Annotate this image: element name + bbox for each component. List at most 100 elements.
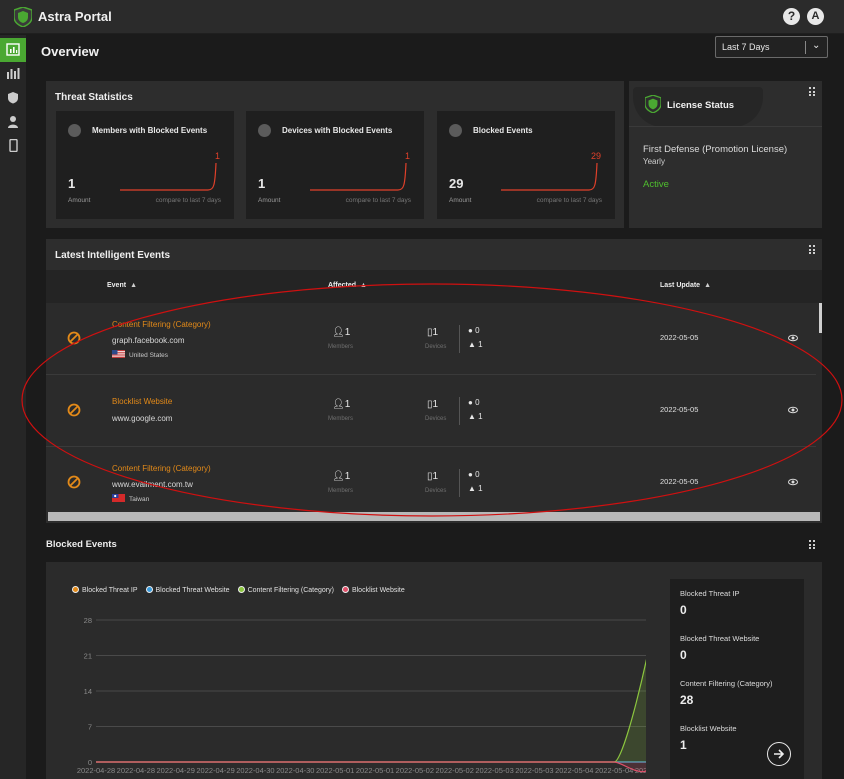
block-icon xyxy=(67,331,81,345)
eye-icon[interactable] xyxy=(788,478,798,486)
compare-label: compare to last 7 days xyxy=(155,197,221,204)
x-tick-label: 2022-04-30 xyxy=(276,766,314,775)
stat-amount: 1 xyxy=(258,176,266,191)
android-icon: ▲︎ xyxy=(468,340,476,349)
x-tick-label: 2022-05-04 xyxy=(555,766,593,775)
devices-count: ▯1 xyxy=(427,399,439,410)
devices-label: Devices xyxy=(425,416,447,422)
blocked-events-summary: Blocked Threat IP 0 Blocked Threat Websi… xyxy=(670,579,804,779)
event-host: graph.facebook.com xyxy=(112,336,185,345)
nav-reports[interactable] xyxy=(0,62,26,86)
sort-icon: ▲︎ xyxy=(704,282,711,289)
x-tick-label: 2022-05-01 xyxy=(316,766,354,775)
event-country: United States xyxy=(112,350,168,359)
table-row[interactable]: Content Filtering (Category) www.evailme… xyxy=(46,447,816,510)
vertical-scrollbar[interactable] xyxy=(819,303,822,333)
x-tick-label: 2022-04-28 xyxy=(117,766,155,775)
ios-count: ● 0 xyxy=(468,398,480,407)
nav-devices[interactable] xyxy=(0,134,26,158)
person-icon xyxy=(68,124,81,137)
y-tick-label: 14 xyxy=(84,687,92,696)
members-label: Members xyxy=(328,416,354,422)
devices-label: Devices xyxy=(425,344,447,350)
eye-icon[interactable] xyxy=(788,334,798,342)
sparkline xyxy=(120,162,217,191)
shield-logo-icon xyxy=(645,95,661,113)
date-range-select[interactable]: Last 7 Days ⌄ xyxy=(715,36,828,58)
members-count: 👤︎1 xyxy=(332,399,351,410)
help-icon[interactable]: ? xyxy=(783,8,800,25)
drag-handle-icon[interactable] xyxy=(809,87,816,96)
nav-security[interactable] xyxy=(0,86,26,110)
blocked-events-chart: 071421282022-04-28 2022-04-28 2022-04-29 20… xyxy=(77,616,646,775)
android-count: ▲︎ 1 xyxy=(468,412,483,421)
license-status-badge: Active xyxy=(643,179,669,190)
divider xyxy=(629,126,822,127)
event-category[interactable]: Content Filtering (Category) xyxy=(112,464,211,473)
x-tick-label: 2022-05-02 xyxy=(436,766,474,775)
y-tick-label: 7 xyxy=(88,723,92,732)
amount-label: Amount xyxy=(68,197,91,204)
sparkline xyxy=(501,162,598,191)
column-header-affected[interactable]: Affected ▲︎ xyxy=(328,282,367,289)
table-row[interactable]: Blocklist Website www.google.com 👤︎1 Mem… xyxy=(46,375,816,447)
block-icon xyxy=(67,403,81,417)
nav-dashboard[interactable] xyxy=(0,38,26,62)
x-tick-label: 2022-04-29 xyxy=(157,766,195,775)
devices-label: Devices xyxy=(425,488,447,494)
sort-icon: ▲︎ xyxy=(130,282,137,289)
stat-card-devices[interactable]: Devices with Blocked Events 1 1 Amount c… xyxy=(246,111,424,219)
summary-label: Blocked Threat IP xyxy=(680,589,740,598)
view-details-button[interactable] xyxy=(767,742,791,766)
summary-value: 28 xyxy=(680,693,694,707)
blocked-events-chart-panel: Blocked Threat IP Blocked Threat Website C… xyxy=(46,562,822,779)
stat-amount: 1 xyxy=(68,176,76,191)
summary-value: 0 xyxy=(680,603,687,617)
eye-icon[interactable] xyxy=(788,406,798,414)
chevron-down-icon: ⌄ xyxy=(812,40,821,51)
event-category[interactable]: Blocklist Website xyxy=(112,397,172,406)
event-host: www.evailment.com.tw xyxy=(112,480,193,489)
page-title: Overview xyxy=(41,44,99,59)
x-tick-label: 2022-05-01 xyxy=(356,766,394,775)
x-tick-label: 2022-05-02 xyxy=(396,766,434,775)
summary-label: Blocklist Website xyxy=(680,724,737,733)
sort-icon: ▲︎ xyxy=(360,282,367,289)
devices-count: ▯1 xyxy=(427,327,439,338)
event-category[interactable]: Content Filtering (Category) xyxy=(112,320,211,329)
events-title: Latest Intelligent Events xyxy=(55,250,171,261)
android-count: ▲︎ 1 xyxy=(468,340,483,349)
sparkline xyxy=(310,162,407,191)
block-icon xyxy=(67,475,81,489)
event-host: www.google.com xyxy=(112,414,173,423)
avatar[interactable]: A xyxy=(807,8,824,25)
stat-card-blocked-events[interactable]: Blocked Events 29 29 Amount compare to l… xyxy=(437,111,615,219)
events-panel-header: Latest Intelligent Events xyxy=(46,239,822,270)
column-header-event[interactable]: Event ▲︎ xyxy=(107,282,137,289)
events-table: Content Filtering (Category) graph.faceb… xyxy=(46,303,822,510)
apple-icon: ● xyxy=(468,326,473,335)
event-country: Taiwan xyxy=(112,494,149,503)
select-divider xyxy=(805,41,806,54)
table-row[interactable]: Content Filtering (Category) graph.faceb… xyxy=(46,303,816,375)
x-tick-label: 2022-04-28 xyxy=(77,766,115,775)
stat-label: Members with Blocked Events xyxy=(92,126,208,135)
person-icon xyxy=(8,116,18,128)
events-table-header: Event ▲︎ Affected ▲︎ Last Update ▲︎ xyxy=(46,270,822,303)
top-bar: Astra Portal ? A xyxy=(0,0,844,34)
stat-card-members[interactable]: Members with Blocked Events 1 1 Amount c… xyxy=(56,111,234,219)
arrow-right-icon xyxy=(774,749,785,759)
phone-icon xyxy=(9,139,18,152)
android-icon: ▲︎ xyxy=(468,484,476,493)
column-header-last-update[interactable]: Last Update ▲︎ xyxy=(660,282,711,289)
last-update-date: 2022-05-05 xyxy=(660,333,699,342)
divider xyxy=(459,469,460,497)
nav-members[interactable] xyxy=(0,110,26,134)
horizontal-scrollbar[interactable] xyxy=(46,510,822,523)
drag-handle-icon[interactable] xyxy=(809,540,816,549)
drag-handle-icon[interactable] xyxy=(809,245,816,254)
ios-count: ● 0 xyxy=(468,470,480,479)
x-tick-label: 2022-05-03 xyxy=(475,766,513,775)
android-icon: ▲︎ xyxy=(468,412,476,421)
spark-value: 1 xyxy=(404,151,410,161)
